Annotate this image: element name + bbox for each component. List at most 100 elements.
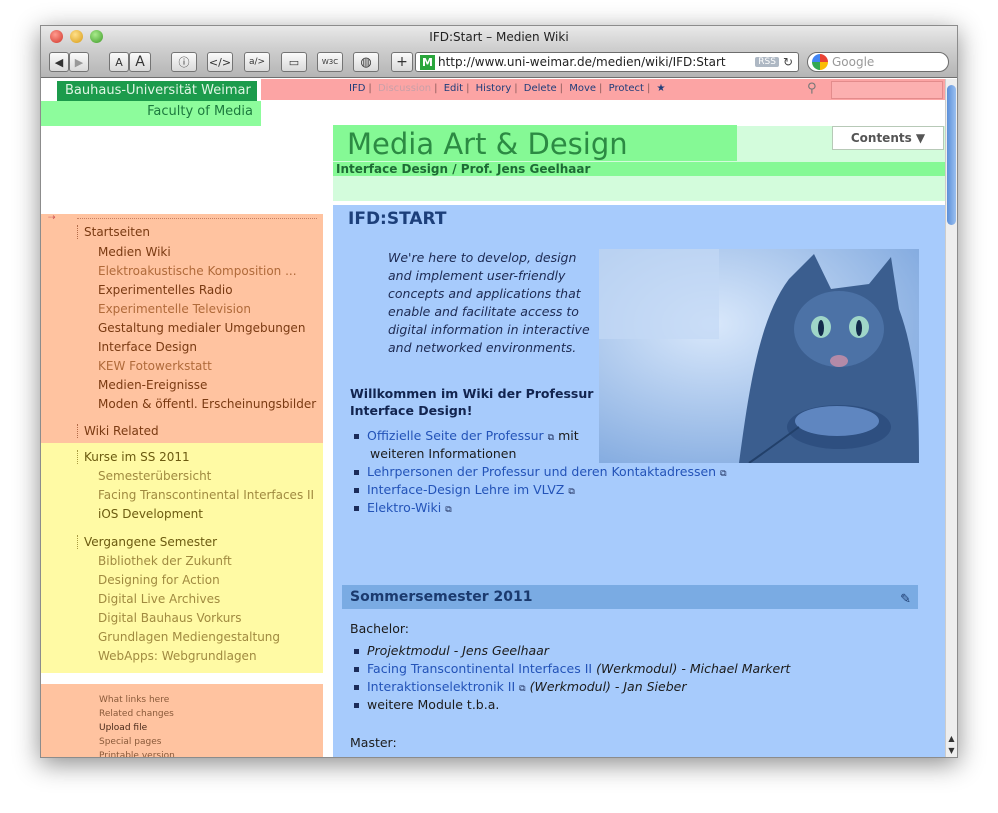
sidebar-item[interactable]: iOS Development [98,507,203,521]
site-favicon: M [420,54,435,70]
sidebar-item[interactable]: Digital Live Archives [98,592,220,606]
list-item: Interface-Design Lehre im VLVZ ⧉ [354,481,575,501]
sidebar-item[interactable]: Experimentelle Television [98,302,251,316]
page-title: IFD:START [348,209,447,229]
sidebar-item[interactable]: Gestaltung medialer Umgebungen [98,321,305,335]
action-move[interactable]: Move [569,83,596,94]
view-source-button[interactable]: </> [207,52,233,72]
link-facing-transcontinental[interactable]: Facing Transcontinental Interfaces II [367,661,592,676]
sidebar-item[interactable]: Experimentelles Radio [98,283,233,297]
faculty-name[interactable]: Faculty of Media [41,101,261,126]
sidebar-tools-panel [41,684,323,757]
title-bar: IFD:Start – Medien Wiki [41,26,957,48]
reload-icon[interactable]: ↻ [783,55,793,69]
section-title: Sommersemester 2011 [350,589,533,605]
link-lehrpersonen[interactable]: Lehrpersonen der Professur und deren Kon… [367,464,716,479]
shield-icon[interactable]: ◍ [353,52,379,72]
site-title[interactable]: Media Art & Design [333,125,737,161]
screen-icon[interactable]: ▭ [281,52,307,72]
search-placeholder: Google [832,55,875,69]
list-item-continuation: weiteren Informationen [370,446,517,461]
action-delete[interactable]: Delete [524,83,557,94]
tool-link[interactable]: Special pages [99,736,161,748]
link-offizielle-seite[interactable]: Offizielle Seite der Professur [367,428,544,443]
watch-star-icon[interactable]: ★ [657,83,666,94]
sidebar-toggle-icon[interactable]: ⇢ [48,213,56,223]
sidebar-item[interactable]: Facing Transcontinental Interfaces II [98,488,314,502]
sidebar-item[interactable]: Medien-Ereignisse [98,378,207,392]
bachelor-label: Bachelor: [350,621,409,636]
tool-link[interactable]: Printable version [99,750,175,757]
external-link-icon: ⧉ [568,487,575,497]
sidebar-item[interactable]: Elektroakustische Komposition ... [98,264,297,278]
sidebar-item[interactable]: Moden & öffentl. Erscheinungsbilder [98,397,316,411]
link-vlvz[interactable]: Interface-Design Lehre im VLVZ [367,482,564,497]
scrollbar-thumb[interactable] [947,85,956,225]
list-item: Interaktionselektronik II ⧉ (Werkmodul) … [354,678,686,698]
vertical-scrollbar[interactable]: ▲ ▼ [945,79,957,757]
google-icon [812,54,828,70]
sidebar-item[interactable]: Bibliothek der Zukunft [98,554,232,568]
course-text: Projektmodul - Jens Geelhaar [367,643,549,658]
sidebar-item[interactable]: WebApps: Webgrundlagen [98,649,257,663]
cat-with-mouse-image [599,249,919,463]
browser-window: IFD:Start – Medien Wiki ◀ ▶ A A ⓘ </> a/… [40,25,958,758]
course-text: (Werkmodul) - Jan Sieber [525,679,687,694]
browser-toolbar: ◀ ▶ A A ⓘ </> a/> ▭ W3C ◍ + M http://www… [41,48,957,78]
add-bookmark-button[interactable]: + [391,52,413,72]
sidebar-heading-vergangene: Vergangene Semester [77,535,217,549]
page-actions: IFD | Discussion | Edit | History | Delete | … [349,83,666,94]
scroll-up-icon[interactable]: ▲ [946,734,957,743]
intro-text: We're here to develop, design and implem… [388,250,590,355]
external-link-icon: ⧉ [445,505,452,515]
sidebar-item[interactable]: Designing for Action [98,573,220,587]
sidebar-item[interactable]: Interface Design [98,340,197,354]
text-larger-button[interactable]: A [129,52,151,72]
sidebar-item[interactable]: Digital Bauhaus Vorkurs [98,611,241,625]
tool-link[interactable]: Upload file [99,722,147,734]
list-item: Offizielle Seite der Professur ⧉ mit [354,427,579,447]
action-edit[interactable]: Edit [444,83,463,94]
web-search-field[interactable]: Google [807,52,949,72]
window-title: IFD:Start – Medien Wiki [429,30,569,44]
sidebar-item[interactable]: KEW Fotowerkstatt [98,359,212,373]
list-item: Projektmodul - Jens Geelhaar [354,642,549,659]
tool-link[interactable]: What links here [99,694,169,706]
external-link-icon: ⧉ [720,469,727,479]
wiki-search-input[interactable] [831,81,943,99]
edit-source-button[interactable]: a/> [244,52,270,72]
list-item: weitere Module t.b.a. [354,696,499,713]
edit-pencil-icon[interactable]: ✎ [900,588,911,612]
list-item: Facing Transcontinental Interfaces II (W… [354,660,790,677]
action-discussion[interactable]: Discussion [378,83,431,94]
info-icon[interactable]: ⓘ [171,52,197,72]
search-icon[interactable]: ⚲ [807,81,817,96]
rss-badge[interactable]: RSS [755,57,779,67]
action-ifd[interactable]: IFD [349,83,365,94]
w3c-validator-button[interactable]: W3C [317,52,343,72]
course-text: weitere Module t.b.a. [367,697,500,712]
course-text: (Werkmodul) - Michael Markert [592,661,791,676]
divider [77,218,317,219]
forward-button[interactable]: ▶ [69,52,89,72]
link-interaktionselektronik[interactable]: Interaktionselektronik II [367,679,515,694]
section-heading: Sommersemester 2011 ✎ [342,585,918,609]
link-elektro-wiki[interactable]: Elektro-Wiki [367,500,441,515]
back-button[interactable]: ◀ [49,52,69,72]
university-name[interactable]: Bauhaus-Universität Weimar [57,81,257,101]
scroll-down-icon[interactable]: ▼ [946,746,957,755]
sidebar-item[interactable]: Grundlagen Mediengestaltung [98,630,280,644]
action-protect[interactable]: Protect [609,83,644,94]
list-item: Elektro-Wiki ⧉ [354,499,452,519]
sidebar-heading-wiki-related[interactable]: Wiki Related [77,424,159,438]
url-text[interactable]: http://www.uni-weimar.de/medien/wiki/IFD… [438,55,726,69]
tool-link[interactable]: Related changes [99,708,174,720]
address-bar[interactable]: M http://www.uni-weimar.de/medien/wiki/I… [415,52,799,72]
page-viewport: IFD | Discussion | Edit | History | Delete | … [41,79,945,757]
action-history[interactable]: History [476,83,512,94]
contents-button[interactable]: Contents ▼ [832,126,944,150]
sidebar-item[interactable]: Semesterübersicht [98,469,211,483]
text-smaller-button[interactable]: A [109,52,129,72]
welcome-heading: Willkommen im Wiki der Professur Interfa… [350,386,594,418]
sidebar-item[interactable]: Medien Wiki [98,245,171,259]
